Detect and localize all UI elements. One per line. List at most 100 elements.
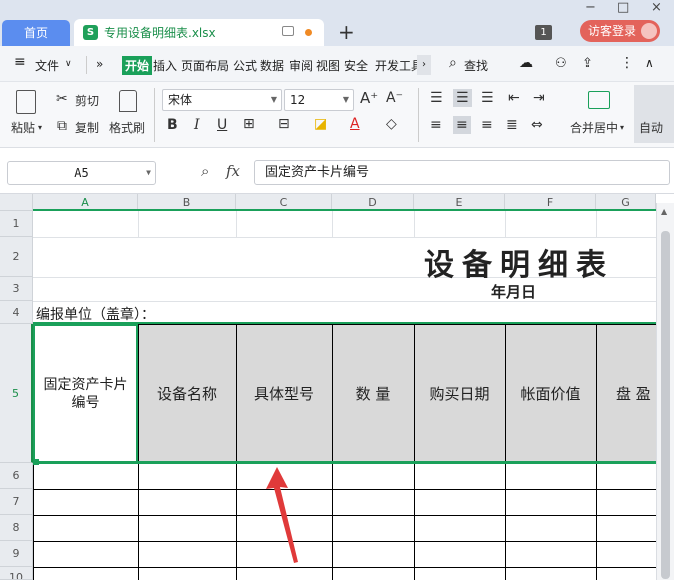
underline-button[interactable]: U [217, 117, 227, 133]
font-name-select[interactable]: 宋体 ▼ [162, 89, 282, 111]
select-all-corner[interactable] [0, 194, 33, 211]
increase-font-icon[interactable]: A⁺ [360, 90, 378, 106]
unsaved-dot-icon [305, 29, 312, 36]
row-header-1[interactable]: 1 [0, 211, 33, 237]
bold-button[interactable]: B [167, 117, 178, 133]
align-left-icon[interactable]: ≡ [430, 117, 442, 133]
font-color-icon[interactable]: A [350, 116, 360, 132]
sheet-title[interactable]: 设备明细表 [424, 240, 614, 284]
tab-page-layout[interactable]: 页面布局 [181, 57, 229, 74]
paste-icon[interactable] [16, 90, 36, 114]
maximize-button[interactable]: □ [617, 0, 629, 15]
scroll-up-icon[interactable]: ▲ [661, 207, 667, 216]
row-header-9[interactable]: 9 [0, 541, 33, 567]
formula-bar: A5 ▼ ⌕ fx 固定资产卡片编号 [0, 148, 674, 194]
fill-handle[interactable] [33, 459, 39, 465]
copy-icon[interactable]: ⧉ [57, 118, 67, 134]
formula-input[interactable]: 固定资产卡片编号 [254, 160, 670, 185]
align-center-icon[interactable]: ≡ [453, 116, 471, 134]
new-tab-button[interactable]: + [338, 20, 355, 44]
merge-chevron-icon[interactable]: ▾ [620, 120, 624, 136]
scrollbar-thumb[interactable] [661, 231, 670, 579]
font-size-select[interactable]: 12 ▼ [284, 89, 354, 111]
search-icon[interactable]: ⌕ [449, 55, 457, 71]
close-button[interactable]: × [651, 0, 662, 15]
fill-color-icon[interactable]: ◪ [314, 116, 327, 132]
header-purchase-date[interactable]: 购买日期 [414, 324, 505, 463]
tab-formulas[interactable]: 公式 [233, 57, 257, 74]
italic-button[interactable]: I [194, 117, 200, 133]
tab-developer[interactable]: 开发工具 [375, 57, 423, 74]
justify-icon[interactable]: ≣ [506, 117, 518, 133]
cut-button[interactable]: 剪切 [75, 92, 99, 109]
auto-wrap-button[interactable]: 自动 [634, 85, 674, 143]
share-user-icon[interactable]: ⚇ [555, 56, 567, 71]
align-top-icon[interactable]: ☰ [430, 90, 443, 106]
paste-chevron-icon[interactable]: ▾ [38, 120, 42, 136]
more-options-icon[interactable]: ⋮ [620, 55, 634, 71]
header-device-name[interactable]: 设备名称 [138, 324, 236, 463]
tab-insert[interactable]: 插入 [153, 57, 177, 74]
date-label[interactable]: 年月日 [491, 281, 536, 302]
tab-data[interactable]: 数据 [260, 57, 284, 74]
cut-icon[interactable]: ✂ [56, 91, 68, 107]
gridline [332, 211, 333, 237]
align-middle-icon[interactable]: ☰ [453, 89, 472, 107]
table-border [33, 489, 656, 490]
cell-style-icon[interactable]: ⊟ [278, 116, 290, 132]
header-model[interactable]: 具体型号 [236, 324, 332, 463]
share-icon[interactable]: ⇪ [582, 56, 593, 71]
minimize-button[interactable]: − [585, 0, 596, 15]
monitor-icon[interactable] [282, 26, 294, 36]
tab-view[interactable]: 视图 [316, 57, 340, 74]
cloud-icon[interactable]: ☁ [519, 55, 533, 71]
zoom-search-icon[interactable]: ⌕ [201, 162, 209, 180]
tab-home[interactable]: 开始 [122, 56, 153, 75]
tabs-more-icon[interactable]: › [417, 55, 431, 75]
tab-review[interactable]: 审阅 [289, 57, 313, 74]
search-button[interactable]: 查找 [464, 57, 488, 74]
gridline [505, 211, 506, 237]
home-tab[interactable]: 首页 [2, 20, 70, 46]
align-right-icon[interactable]: ≡ [481, 117, 493, 133]
vertical-scrollbar[interactable]: ▲ [656, 203, 674, 580]
hamburger-icon[interactable]: ≡ [14, 54, 26, 70]
format-painter-button[interactable]: 格式刷 [109, 119, 145, 136]
collapse-ribbon-icon[interactable]: ∧ [645, 56, 654, 70]
gridline [414, 211, 415, 237]
borders-icon[interactable]: ⊞ [243, 116, 255, 132]
indent-decrease-icon[interactable]: ⇤ [508, 90, 520, 106]
expand-icon[interactable]: » [96, 57, 103, 71]
insert-function-icon[interactable]: fx [226, 162, 240, 180]
decrease-font-icon[interactable]: A⁻ [386, 90, 403, 106]
row-header-2[interactable]: 2 [0, 237, 33, 277]
name-box[interactable]: A5 ▼ [7, 161, 156, 185]
distributed-icon[interactable]: ⇔ [531, 117, 543, 133]
header-book-value[interactable]: 帐面价值 [505, 324, 596, 463]
row-header-10[interactable]: 10 [0, 567, 33, 580]
table-border [33, 541, 656, 542]
row-header-4[interactable]: 4 [0, 301, 33, 324]
paste-button[interactable]: 粘贴 [11, 119, 35, 136]
reporting-unit-label[interactable]: 编报单位（盖章）： [36, 304, 155, 324]
align-bottom-icon[interactable]: ☰ [481, 90, 494, 106]
selected-cell-a5[interactable]: 固定资产卡片编号 [33, 324, 138, 463]
format-painter-icon[interactable] [119, 90, 137, 112]
merge-center-icon[interactable] [588, 91, 610, 109]
visitor-login-button[interactable]: 访客登录 [580, 20, 660, 42]
row-header-3[interactable]: 3 [0, 277, 33, 301]
row-header-5[interactable]: 5 [0, 324, 33, 463]
merge-center-button[interactable]: 合并居中 [570, 119, 618, 136]
row-header-7[interactable]: 7 [0, 489, 33, 515]
file-menu[interactable]: 文件 [35, 57, 59, 74]
copy-button[interactable]: 复制 [75, 119, 99, 136]
window-count-badge[interactable]: 1 [535, 25, 552, 40]
row-header-8[interactable]: 8 [0, 515, 33, 541]
clear-format-icon[interactable]: ◇ [386, 116, 397, 132]
tab-security[interactable]: 安全 [344, 57, 368, 74]
header-surplus[interactable]: 盘 盈 [596, 324, 656, 463]
indent-increase-icon[interactable]: ⇥ [533, 90, 545, 106]
header-quantity[interactable]: 数 量 [332, 324, 414, 463]
row-header-6[interactable]: 6 [0, 463, 33, 489]
document-tab[interactable]: S 专用设备明细表.xlsx [74, 19, 324, 46]
